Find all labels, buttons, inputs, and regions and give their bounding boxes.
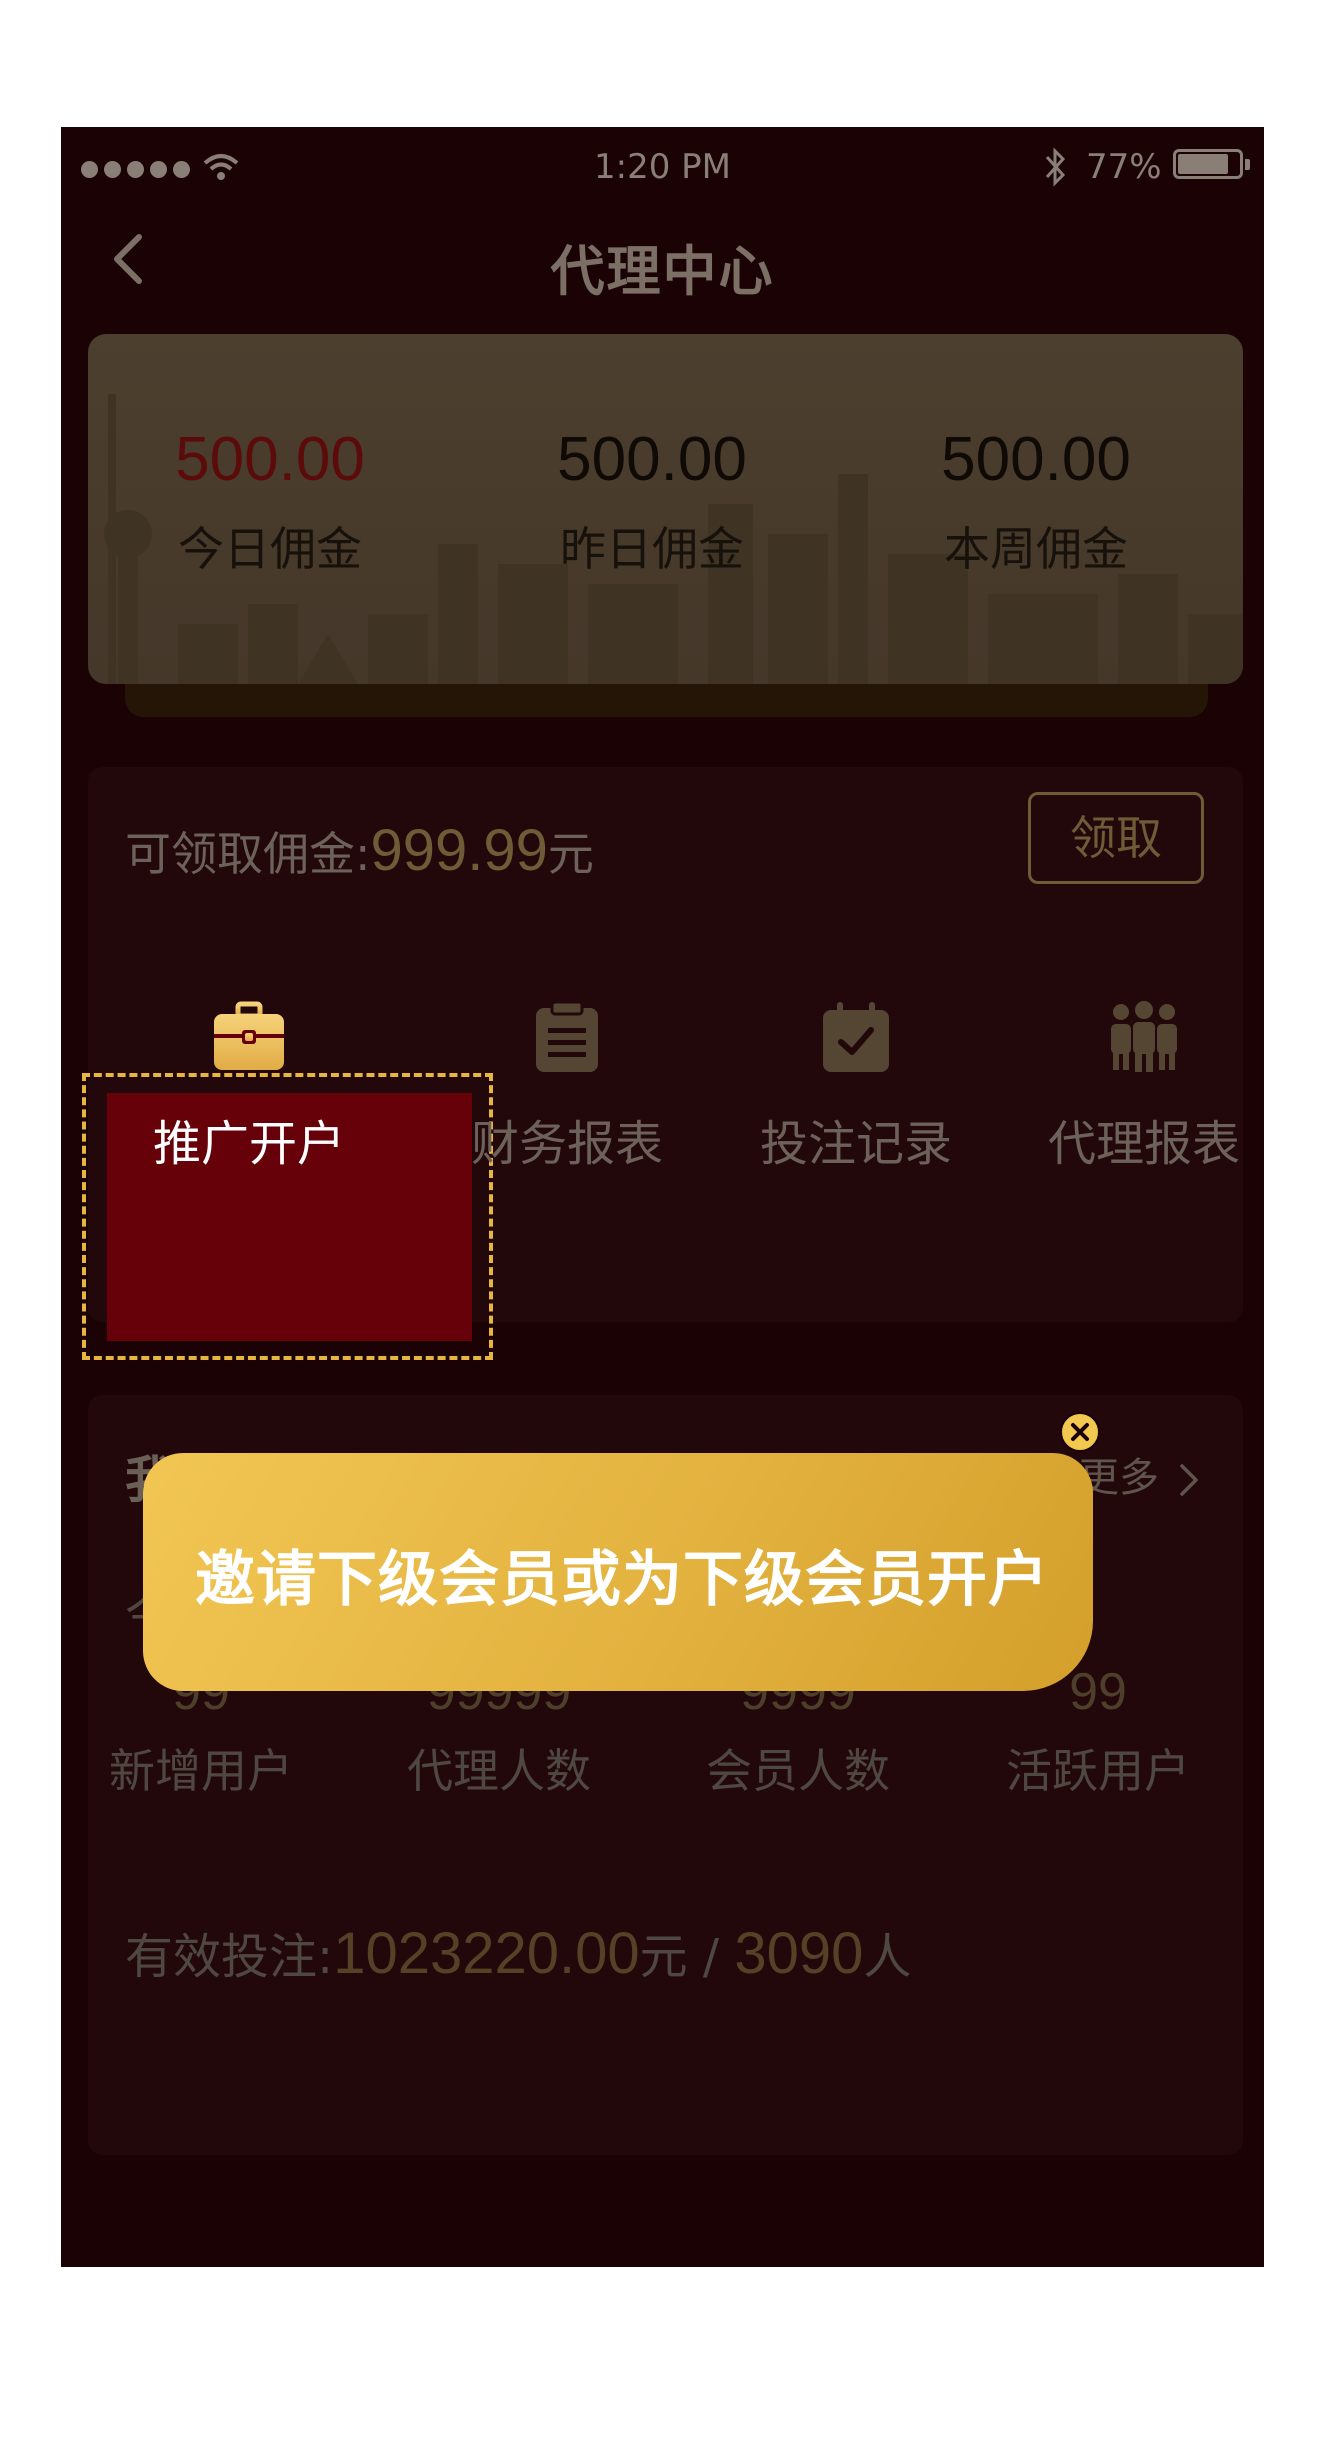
available-amount: 999.99 [370,818,548,883]
page-title: 代理中心 [550,240,775,303]
battery-percent: 77% [1086,147,1162,187]
battery-icon [1173,149,1250,179]
valid-bet-amount: 1023220.00 [333,1921,640,1986]
stat-label: 昨日佣金 [560,522,744,576]
tooltip-text: 邀请下级会员或为下级会员开户 [195,1545,1049,1615]
valid-bet-separator: / [687,1929,735,1985]
close-icon[interactable] [1060,1412,1100,1452]
menu-label: 代理报表 [1047,1116,1240,1172]
stat-today: 500.00 今日佣金 [140,424,400,579]
available-label: 可领取佣金: [125,827,371,881]
stat-value: 500.00 [941,425,1131,494]
claim-button[interactable]: 领取 [1028,792,1204,884]
stat-label: 本周佣金 [944,522,1128,576]
available-commission: 可领取佣金:999.99元 [125,817,594,884]
menu-item-bets[interactable]: 投注记录 [711,1000,1001,1174]
close-x-glyph [1071,1423,1089,1441]
menu-label: 财务报表 [470,1116,663,1172]
valid-bets: 有效投注:1023220.00元 / 3090人 [125,1917,911,1987]
guide-tooltip: 邀请下级会员或为下级会员开户 [143,1453,1093,1691]
chevron-right-icon [1179,1464,1198,1496]
stat-label: 今日佣金 [178,522,362,576]
menu-label: 投注记录 [759,1116,952,1172]
valid-bet-label: 有效投注: [125,1929,334,1985]
menu-item-finance[interactable]: 财务报表 [422,1000,712,1174]
phone-screen: 1:20 PM 77% 代理中心 500.00 今日佣金 500.00 昨日佣金… [61,127,1264,2267]
status-time: 1:20 PM [594,147,731,187]
menu-item-promote[interactable]: 推广开户 [104,1000,394,1174]
team-stat-label: 代理人数 [407,1744,591,1798]
stat-value: 500.00 [557,425,747,494]
nav-bar: 代理中心 [61,207,1264,307]
valid-bet-people: 3090 [734,1921,864,1986]
calendar-check-icon [823,1002,889,1072]
available-unit: 元 [547,827,594,881]
stat-value: 500.00 [175,425,365,494]
team-icon [1111,1001,1177,1072]
stat-week: 500.00 本周佣金 [906,424,1166,579]
status-bar: 1:20 PM 77% [61,127,1264,207]
stat-yesterday: 500.00 昨日佣金 [522,424,782,579]
menu-label: 推广开户 [152,1116,345,1172]
valid-bet-people-unit: 人 [863,1929,912,1985]
team-stat-label: 新增用户 [109,1744,293,1798]
team-stat-label: 活跃用户 [1006,1744,1190,1798]
valid-bet-unit: 元 [639,1929,688,1985]
menu-item-agent-report[interactable]: 代理报表 [999,1000,1264,1174]
briefcase-icon [214,1001,284,1070]
clipboard-icon [536,1000,598,1072]
bluetooth-icon [1045,147,1066,187]
team-stat-label: 会员人数 [706,1744,890,1798]
